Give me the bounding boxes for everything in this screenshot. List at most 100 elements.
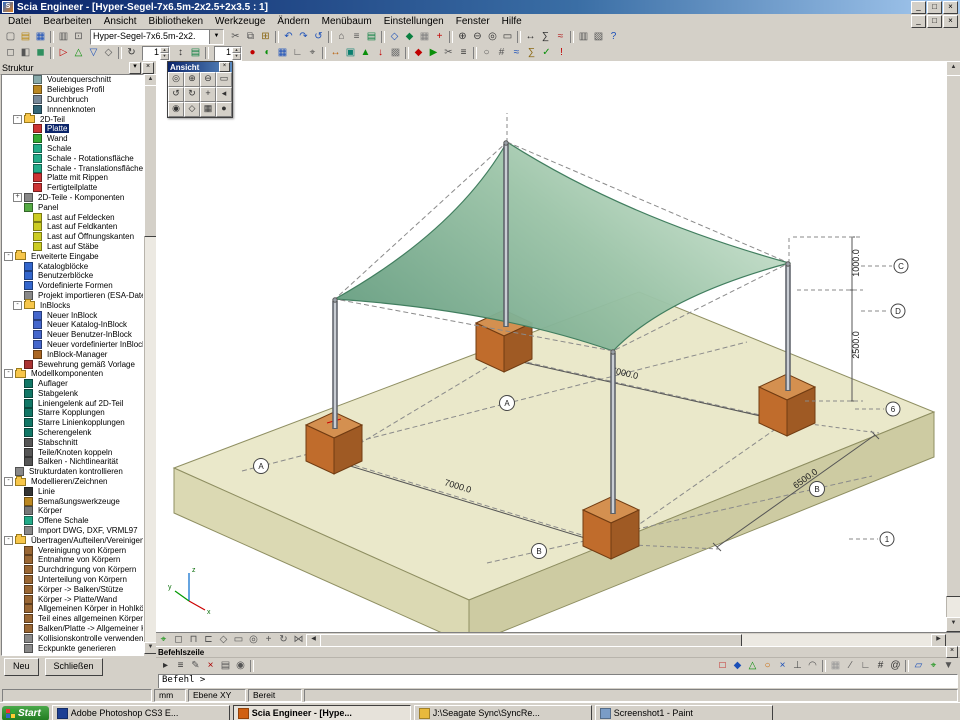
menu-item[interactable]: Ändern	[271, 15, 315, 29]
new-icon[interactable]: ▢	[3, 30, 18, 44]
tree-item[interactable]: Durchdringung von Körpern	[2, 565, 143, 575]
tree-item[interactable]: Projekt importieren (ESA-Datei)	[2, 291, 143, 301]
close-button[interactable]: ×	[943, 1, 958, 14]
minimize-button[interactable]: _	[911, 1, 926, 14]
scale-spinner-2[interactable]: 1 ▲▼	[214, 46, 242, 61]
tree-item[interactable]: Auflager	[2, 379, 143, 389]
panel-close-button[interactable]: ×	[142, 62, 154, 74]
project-combobox[interactable]: Hyper-Segel-7x6.5m-2x2. ▼	[90, 29, 224, 45]
scroll-left-button[interactable]: ◀	[306, 634, 321, 647]
maximize-button[interactable]: □	[927, 1, 942, 14]
snap-node-icon[interactable]: □	[715, 659, 730, 673]
tree-item[interactable]: Beliebiges Profil	[2, 85, 143, 95]
activity-toggle-icon[interactable]: ▣	[343, 46, 358, 60]
tree-item[interactable]: Körper	[2, 506, 143, 516]
edit-command-icon[interactable]: ✎	[188, 659, 203, 673]
clipping-box-icon[interactable]: ✂	[441, 46, 456, 60]
3d-viewport[interactable]: 7000.0 7000.0 6500.0	[156, 61, 960, 632]
snap-intersection-icon[interactable]: ×	[775, 659, 790, 673]
child-close-button[interactable]: ×	[943, 15, 958, 28]
tree-item[interactable]: Balken/Platte -> Allgemeiner Kör.	[2, 624, 143, 634]
pan-icon[interactable]: +	[261, 633, 276, 647]
animation-icon[interactable]: ▶	[426, 46, 441, 60]
zoom-window-icon[interactable]: ▭	[216, 72, 232, 87]
tree-item[interactable]: Schale	[2, 144, 143, 154]
snap-node-icon[interactable]: ●	[245, 46, 260, 60]
view-y-icon[interactable]: △	[71, 46, 86, 60]
viewport-horizontal-scrollbar[interactable]: ◀ ▶	[306, 634, 946, 647]
copy-icon[interactable]: ⧉	[243, 30, 258, 44]
start-button[interactable]: Start	[2, 706, 49, 720]
panel-collapse-button[interactable]: ▾	[129, 62, 141, 74]
tree-item[interactable]: InBlock-Manager	[2, 349, 143, 359]
tree-item[interactable]: Neuer Katalog-InBlock	[2, 320, 143, 330]
snap-center-icon[interactable]: ○	[760, 659, 775, 673]
layers-icon[interactable]: ▤	[364, 30, 379, 44]
pin-panel-icon[interactable]: ◉	[233, 659, 248, 673]
scrollbar-thumb[interactable]	[320, 634, 742, 647]
redo-icon[interactable]: ↷	[296, 30, 311, 44]
dimension-style-icon[interactable]: ↔	[328, 46, 343, 60]
view-side-icon[interactable]: ⊏	[201, 633, 216, 647]
viewport-vertical-scrollbar[interactable]: ▲ ▼	[946, 61, 960, 632]
collapse-icon[interactable]: -	[4, 536, 13, 545]
tree-item[interactable]: Vereinigung von Körpern	[2, 545, 143, 555]
tree-item[interactable]: Kollisionskontrolle verwenden	[2, 633, 143, 643]
snap-grid-icon[interactable]: ▦	[275, 46, 290, 60]
view-z-icon[interactable]: ▽	[86, 46, 101, 60]
shading-icon[interactable]: ●	[216, 102, 232, 117]
menu-item[interactable]: Werkzeuge	[209, 15, 271, 29]
command-panel-close-button[interactable]: ×	[946, 646, 958, 658]
tree-item[interactable]: Bewehrung gemäß Vorlage	[2, 359, 143, 369]
ortho-mode-icon[interactable]: ∟	[290, 46, 305, 60]
tree-item[interactable]: +2D-Teile - Komponenten	[2, 193, 143, 203]
scroll-down-button[interactable]: ▼	[946, 617, 960, 632]
snap-perpendicular-icon[interactable]: ⊥	[790, 659, 805, 673]
tree-item[interactable]: -2D-Teil	[2, 114, 143, 124]
child-minimize-button[interactable]: _	[911, 15, 926, 28]
axonometric-view-icon[interactable]: ◇	[101, 46, 116, 60]
rendered-view-icon[interactable]: ◆	[402, 30, 417, 44]
tree-item[interactable]: Fertigteilplatte	[2, 183, 143, 193]
wireframe-view-icon[interactable]: ◇	[387, 30, 402, 44]
3d-viewport-canvas[interactable]: 7000.0 7000.0 6500.0	[157, 61, 948, 632]
run-command-icon[interactable]: ▸	[158, 659, 173, 673]
tree-item[interactable]: Teile/Knoten koppeln	[2, 447, 143, 457]
tree-item[interactable]: Durchbruch	[2, 95, 143, 105]
tree-item[interactable]: Platte	[2, 124, 143, 134]
load-cases-icon[interactable]: ≈	[509, 46, 524, 60]
collapse-icon[interactable]: -	[13, 115, 22, 124]
wireframe-mode-icon[interactable]: ◻	[3, 46, 18, 60]
snap-ortho-icon[interactable]: ∟	[858, 659, 873, 673]
new-button[interactable]: Neu	[4, 658, 39, 676]
snap-grid-icon[interactable]: ▦	[828, 659, 843, 673]
paste-icon[interactable]: ⊞	[258, 30, 273, 44]
tree-item[interactable]: Neuer Benutzer-InBlock	[2, 330, 143, 340]
ucs-icon[interactable]: ⌖	[926, 659, 941, 673]
select-icon[interactable]: ▭	[500, 30, 515, 44]
scale-updown-icon[interactable]: ↕	[173, 46, 188, 60]
zoom-out-icon[interactable]: ⊖	[200, 72, 216, 87]
taskbar-task[interactable]: J:\Seagate Sync\SyncRe...	[414, 705, 592, 720]
command-panel-header[interactable]: Befehlszeile ×	[156, 647, 960, 658]
ansicht-palette[interactable]: Ansicht × ◎⊕⊖▭ ↺↻+◂ ◉◇▦●	[167, 61, 233, 118]
menu-item[interactable]: Menübaum	[316, 15, 378, 29]
title-bar[interactable]: S Scia Engineer - [Hyper-Segel-7x6.5m-2x…	[0, 0, 960, 14]
tree-item[interactable]: Stabgelenk	[2, 389, 143, 399]
menu-item[interactable]: Bibliotheken	[143, 15, 209, 29]
menu-item[interactable]: Ansicht	[98, 15, 143, 29]
save-icon[interactable]: ▦	[33, 30, 48, 44]
menu-item[interactable]: Einstellungen	[378, 15, 450, 29]
print-preview-icon[interactable]: ⊡	[71, 30, 86, 44]
tree-item[interactable]: Unterteilung von Körpern	[2, 575, 143, 585]
shaded-mode-icon[interactable]: ◼	[33, 46, 48, 60]
hidden-line-mode-icon[interactable]: ◧	[18, 46, 33, 60]
tree-item[interactable]: Stabschnitt	[2, 437, 143, 447]
tree-item[interactable]: Benutzerblöcke	[2, 271, 143, 281]
tree-item[interactable]: Last auf Feldecken	[2, 212, 143, 222]
tree-item[interactable]: Last auf Öffnungskanten	[2, 232, 143, 242]
combinations-icon[interactable]: ∑	[524, 46, 539, 60]
tree-item[interactable]: Import DWG, DXF, VRML97	[2, 526, 143, 536]
loads-toggle-icon[interactable]: ↓	[373, 46, 388, 60]
tree-item[interactable]: Schale - Translationsfläche	[2, 163, 143, 173]
